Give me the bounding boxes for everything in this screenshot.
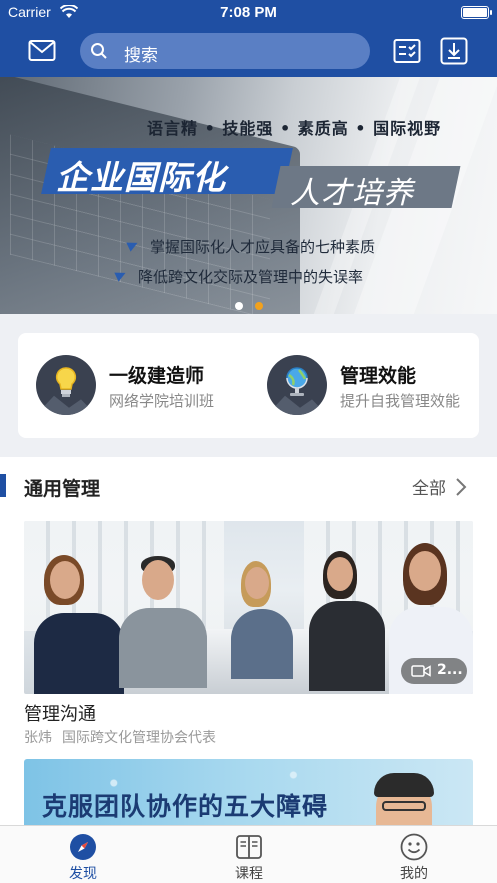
featured-icon-circle bbox=[267, 355, 327, 415]
checklist-icon[interactable] bbox=[393, 38, 421, 64]
thumb-person-hair bbox=[374, 773, 434, 797]
smiley-icon bbox=[400, 833, 428, 861]
search-icon bbox=[91, 43, 107, 59]
book-icon bbox=[236, 835, 262, 859]
banner-title: 企业国际化 bbox=[56, 158, 226, 197]
chevron-right-icon[interactable] bbox=[455, 477, 467, 497]
tab-label: 发现 bbox=[69, 866, 97, 882]
section-accent-bar bbox=[0, 474, 6, 497]
section-view-all[interactable]: 全部 bbox=[412, 474, 446, 499]
course-org: 国际跨文化管理协会代表 bbox=[62, 730, 216, 746]
featured-title: 管理效能 bbox=[340, 365, 417, 387]
video-camera-icon bbox=[411, 665, 431, 677]
video-count: 2... bbox=[437, 662, 463, 678]
tab-label: 我的 bbox=[400, 866, 428, 882]
app-screen: Carrier 7:08 PM 搜索 语言精 • 技能强 • 素质高 • 国际视… bbox=[0, 0, 497, 883]
featured-item-constructor[interactable]: 一级建造师 网络学院培训班 bbox=[18, 333, 248, 438]
thumb-person bbox=[229, 561, 299, 694]
featured-subtitle: 提升自我管理效能 bbox=[340, 392, 461, 410]
lightbulb-icon bbox=[55, 367, 77, 397]
carousel-dots bbox=[0, 295, 497, 314]
tab-discover[interactable]: 发现 bbox=[0, 826, 166, 883]
compass-icon bbox=[70, 834, 96, 860]
globe-icon bbox=[286, 367, 308, 396]
tab-courses[interactable]: 课程 bbox=[166, 826, 332, 883]
search-input[interactable]: 搜索 bbox=[80, 33, 370, 69]
course-card-thumbnail[interactable]: 克服团队协作的五大障碍 bbox=[24, 759, 473, 825]
banner-subtitle: 人才培养 bbox=[290, 176, 414, 211]
course-meta: 张炜 国际跨文化管理协会代表 bbox=[24, 727, 216, 747]
top-header: Carrier 7:08 PM 搜索 bbox=[0, 0, 497, 77]
search-placeholder: 搜索 bbox=[124, 46, 158, 66]
featured-card: 一级建造师 网络学院培训班 管理效能 提升自我管理效能 bbox=[18, 333, 479, 438]
banner-bullet: 降低跨文化交际及管理中的失误率 bbox=[138, 268, 364, 286]
course-title[interactable]: 管理沟通 bbox=[24, 700, 96, 726]
tab-profile[interactable]: 我的 bbox=[331, 826, 497, 883]
featured-subtitle: 网络学院培训班 bbox=[109, 392, 215, 410]
battery-icon bbox=[461, 6, 492, 19]
bottom-tab-bar: 发现 课程 我的 bbox=[0, 825, 497, 883]
tab-label: 课程 bbox=[235, 866, 263, 882]
banner-bullet: 掌握国际化人才应具备的七种素质 bbox=[150, 238, 376, 256]
course-card[interactable]: 2... 管理沟通 张炜 国际跨文化管理协会代表 bbox=[24, 521, 473, 746]
course-teacher: 张炜 bbox=[24, 730, 52, 746]
course-section: 通用管理 全部 2... 管理沟通 张炜 国际跨文化管理协会代表 克服团队协作的… bbox=[0, 457, 497, 825]
carousel-dot[interactable] bbox=[234, 302, 243, 310]
section-title: 通用管理 bbox=[24, 478, 101, 500]
course-thumbnail[interactable]: 2... bbox=[24, 521, 473, 694]
featured-title: 一级建造师 bbox=[109, 365, 205, 387]
download-icon[interactable] bbox=[440, 37, 468, 65]
featured-icon-circle bbox=[36, 355, 96, 415]
banner-tagline: 语言精 • 技能强 • 素质高 • 国际视野 bbox=[147, 119, 442, 138]
course-thumb-title: 克服团队协作的五大障碍 bbox=[42, 792, 329, 821]
mail-icon[interactable] bbox=[28, 39, 56, 63]
carousel-dot-active[interactable] bbox=[254, 302, 263, 310]
promo-banner[interactable]: 语言精 • 技能强 • 素质高 • 国际视野 企业国际化 人才培养 掌握国际化人… bbox=[0, 77, 497, 314]
thumb-person-glasses bbox=[382, 801, 426, 811]
video-count-badge: 2... bbox=[401, 658, 467, 684]
thumb-person bbox=[309, 551, 389, 694]
thumb-person bbox=[119, 556, 209, 694]
status-time: 7:08 PM bbox=[220, 4, 277, 21]
status-bar: Carrier 7:08 PM bbox=[0, 0, 497, 26]
featured-item-management[interactable]: 管理效能 提升自我管理效能 bbox=[248, 333, 479, 438]
